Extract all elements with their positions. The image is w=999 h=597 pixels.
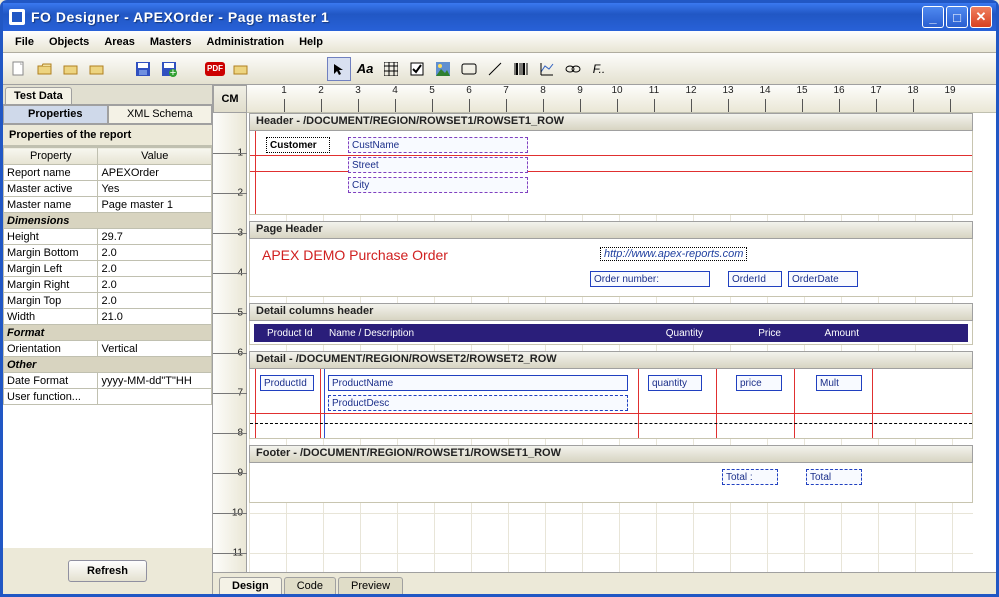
field-productid[interactable]: ProductId	[260, 375, 314, 391]
section-detcols-bar[interactable]: Detail columns header	[249, 303, 973, 321]
left-panel: Test Data Properties XML Schema Properti…	[3, 85, 213, 594]
maximize-button[interactable]: □	[946, 6, 968, 28]
close-button[interactable]: ✕	[970, 6, 992, 28]
text-icon[interactable]: Aa	[353, 57, 377, 81]
section-footer[interactable]: Footer - /DOCUMENT/REGION/ROWSET1/ROWSET…	[249, 445, 973, 503]
image-icon[interactable]	[431, 57, 455, 81]
col-price[interactable]: Price	[726, 325, 784, 341]
field-orderdate[interactable]: OrderDate	[788, 271, 858, 287]
properties-header: Properties of the report	[3, 125, 212, 146]
app-window: FO Designer - APEXOrder - Page master 1 …	[0, 0, 999, 597]
field-demo-title[interactable]: APEX DEMO Purchase Order	[262, 247, 448, 263]
save-as-icon[interactable]: +	[157, 57, 181, 81]
refresh-button[interactable]: Refresh	[68, 560, 147, 582]
tab-preview[interactable]: Preview	[338, 577, 403, 594]
col-amount[interactable]: Amount	[806, 325, 862, 341]
field-total-label[interactable]: Total :	[722, 469, 778, 485]
section-header[interactable]: Header - /DOCUMENT/REGION/ROWSET1/ROWSET…	[249, 113, 973, 215]
formula-icon[interactable]: F..	[587, 57, 611, 81]
chart-icon[interactable]	[535, 57, 559, 81]
ruler-unit: CM	[213, 85, 247, 113]
field-orderid[interactable]: OrderId	[728, 271, 782, 287]
menu-help[interactable]: Help	[293, 34, 329, 50]
field-quantity[interactable]: quantity	[648, 375, 702, 391]
new-icon[interactable]	[7, 57, 31, 81]
save-icon[interactable]	[131, 57, 155, 81]
field-ordernum-label[interactable]: Order number:	[590, 271, 710, 287]
svg-text:+: +	[170, 67, 176, 77]
col-name[interactable]: Name / Description	[326, 325, 586, 341]
properties-table: PropertyValue Report nameAPEXOrder Maste…	[3, 146, 212, 548]
open3-icon[interactable]	[85, 57, 109, 81]
field-total[interactable]: Total	[806, 469, 862, 485]
tab-xml-schema[interactable]: XML Schema	[108, 105, 213, 124]
field-street[interactable]: Street	[348, 157, 528, 173]
app-icon	[9, 9, 25, 25]
section-page-header[interactable]: Page Header APEX DEMO Purchase Order htt…	[249, 221, 973, 297]
open-icon[interactable]	[33, 57, 57, 81]
checkbox-icon[interactable]	[405, 57, 429, 81]
section-header-bar[interactable]: Header - /DOCUMENT/REGION/ROWSET1/ROWSET…	[249, 113, 973, 131]
window-title: FO Designer - APEXOrder - Page master 1	[31, 9, 329, 25]
export-icon[interactable]	[229, 57, 253, 81]
barcode-icon[interactable]	[509, 57, 533, 81]
link-icon[interactable]	[561, 57, 585, 81]
tab-test-data[interactable]: Test Data	[5, 87, 72, 104]
toolbar: + PDF Aa F..	[3, 53, 996, 85]
design-canvas[interactable]: 1234567891011 Header - /DOCUMENT/REGION/…	[213, 113, 996, 572]
section-footer-bar[interactable]: Footer - /DOCUMENT/REGION/ROWSET1/ROWSET…	[249, 445, 973, 463]
val-mastername[interactable]: Page master 1	[98, 197, 212, 213]
rect-icon[interactable]	[457, 57, 481, 81]
group-dimensions: Dimensions	[4, 213, 212, 229]
vertical-ruler: 1234567891011	[213, 113, 247, 572]
design-panel: CM 12345678910111213141516171819 1234567…	[213, 85, 996, 594]
field-productname[interactable]: ProductName	[328, 375, 628, 391]
bottom-tabs: Design Code Preview	[213, 572, 996, 594]
menu-file[interactable]: File	[9, 34, 40, 50]
tab-code[interactable]: Code	[284, 577, 336, 594]
menu-masters[interactable]: Masters	[144, 34, 198, 50]
field-mult[interactable]: Mult	[816, 375, 862, 391]
horizontal-ruler: 12345678910111213141516171819	[247, 85, 996, 112]
section-detail[interactable]: Detail - /DOCUMENT/REGION/ROWSET2/ROWSET…	[249, 351, 973, 439]
val-reportname[interactable]: APEXOrder	[98, 165, 212, 181]
menu-objects[interactable]: Objects	[43, 34, 95, 50]
tab-design[interactable]: Design	[219, 577, 282, 594]
section-pageheader-bar[interactable]: Page Header	[249, 221, 973, 239]
line-icon[interactable]	[483, 57, 507, 81]
tab-properties[interactable]: Properties	[3, 105, 108, 124]
col-productid[interactable]: Product Id	[264, 325, 320, 341]
val-masteractive[interactable]: Yes	[98, 181, 212, 197]
col-value: Value	[98, 148, 212, 165]
field-link[interactable]: http://www.apex-reports.com	[600, 247, 747, 261]
group-other: Other	[4, 357, 212, 373]
menu-areas[interactable]: Areas	[98, 34, 141, 50]
field-price[interactable]: price	[736, 375, 782, 391]
table-icon[interactable]	[379, 57, 403, 81]
section-detail-columns[interactable]: Detail columns header Product Id Name / …	[249, 303, 973, 345]
field-customer-label[interactable]: Customer	[266, 137, 330, 153]
pointer-icon[interactable]	[327, 57, 351, 81]
field-custname[interactable]: CustName	[348, 137, 528, 153]
open2-icon[interactable]	[59, 57, 83, 81]
title-bar: FO Designer - APEXOrder - Page master 1 …	[3, 3, 996, 31]
col-property: Property	[4, 148, 98, 165]
field-city[interactable]: City	[348, 177, 528, 193]
field-productdesc[interactable]: ProductDesc	[328, 395, 628, 411]
section-detail-bar[interactable]: Detail - /DOCUMENT/REGION/ROWSET2/ROWSET…	[249, 351, 973, 369]
menu-bar: File Objects Areas Masters Administratio…	[3, 31, 996, 53]
minimize-button[interactable]: _	[922, 6, 944, 28]
col-quantity[interactable]: Quantity	[642, 325, 706, 341]
menu-administration[interactable]: Administration	[200, 34, 290, 50]
pdf-icon[interactable]: PDF	[203, 57, 227, 81]
group-format: Format	[4, 325, 212, 341]
